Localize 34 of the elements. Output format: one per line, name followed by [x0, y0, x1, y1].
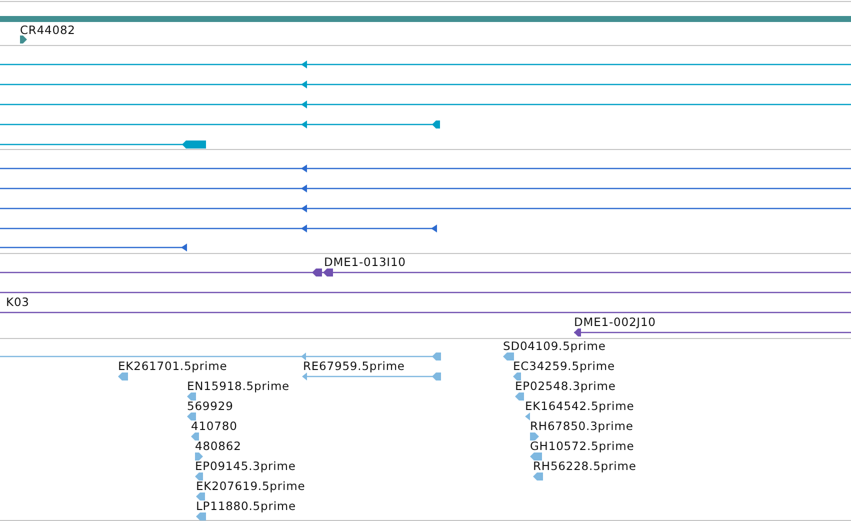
transcript-glyph[interactable] [0, 204, 851, 212]
transcript-glyph[interactable] [0, 184, 851, 192]
feature-label: EK164542.5prime [525, 399, 634, 413]
feature-label: 480862 [195, 439, 242, 453]
feature-label: RH56228.5prime [533, 459, 636, 473]
transcript-glyph[interactable] [0, 352, 441, 360]
feature-label: EC34259.5prime [513, 359, 615, 373]
feature-label: CR44082 [20, 23, 76, 37]
transcript-glyph[interactable] [0, 80, 851, 88]
feature-label: LP11880.5prime [196, 499, 296, 513]
transcript-glyph[interactable] [0, 244, 187, 252]
feature-label: EP02548.3prime [515, 379, 616, 393]
feature-glyph[interactable] [574, 328, 851, 336]
feature-label: EN15918.5prime [187, 379, 290, 393]
feature-glyph[interactable] [20, 36, 27, 44]
transcript-glyph[interactable] [0, 140, 206, 148]
feature-label: RH67850.3prime [530, 419, 634, 433]
feature-label: GH10572.5prime [530, 439, 634, 453]
feature-label: EP09145.3prime [195, 459, 296, 473]
feature-label: 569929 [187, 399, 234, 413]
transcript-glyph[interactable] [0, 100, 851, 108]
feature-label: 410780 [191, 419, 238, 433]
transcript-glyph[interactable] [0, 224, 437, 232]
feature-label: K03 [6, 295, 30, 309]
transcript-glyph[interactable] [0, 164, 851, 172]
feature-label: EK261701.5prime [118, 359, 228, 373]
feature-label: SD04109.5prime [503, 339, 606, 353]
feature-label: RE67959.5prime [303, 359, 405, 373]
feature-label: EK207619.5prime [196, 479, 306, 493]
feature-glyph[interactable] [0, 268, 851, 276]
transcript-glyph[interactable] [0, 120, 440, 128]
transcript-glyph[interactable] [0, 60, 851, 68]
feature-label: DME1-002J10 [574, 315, 656, 329]
feature-label: DME1-013I10 [324, 255, 406, 269]
